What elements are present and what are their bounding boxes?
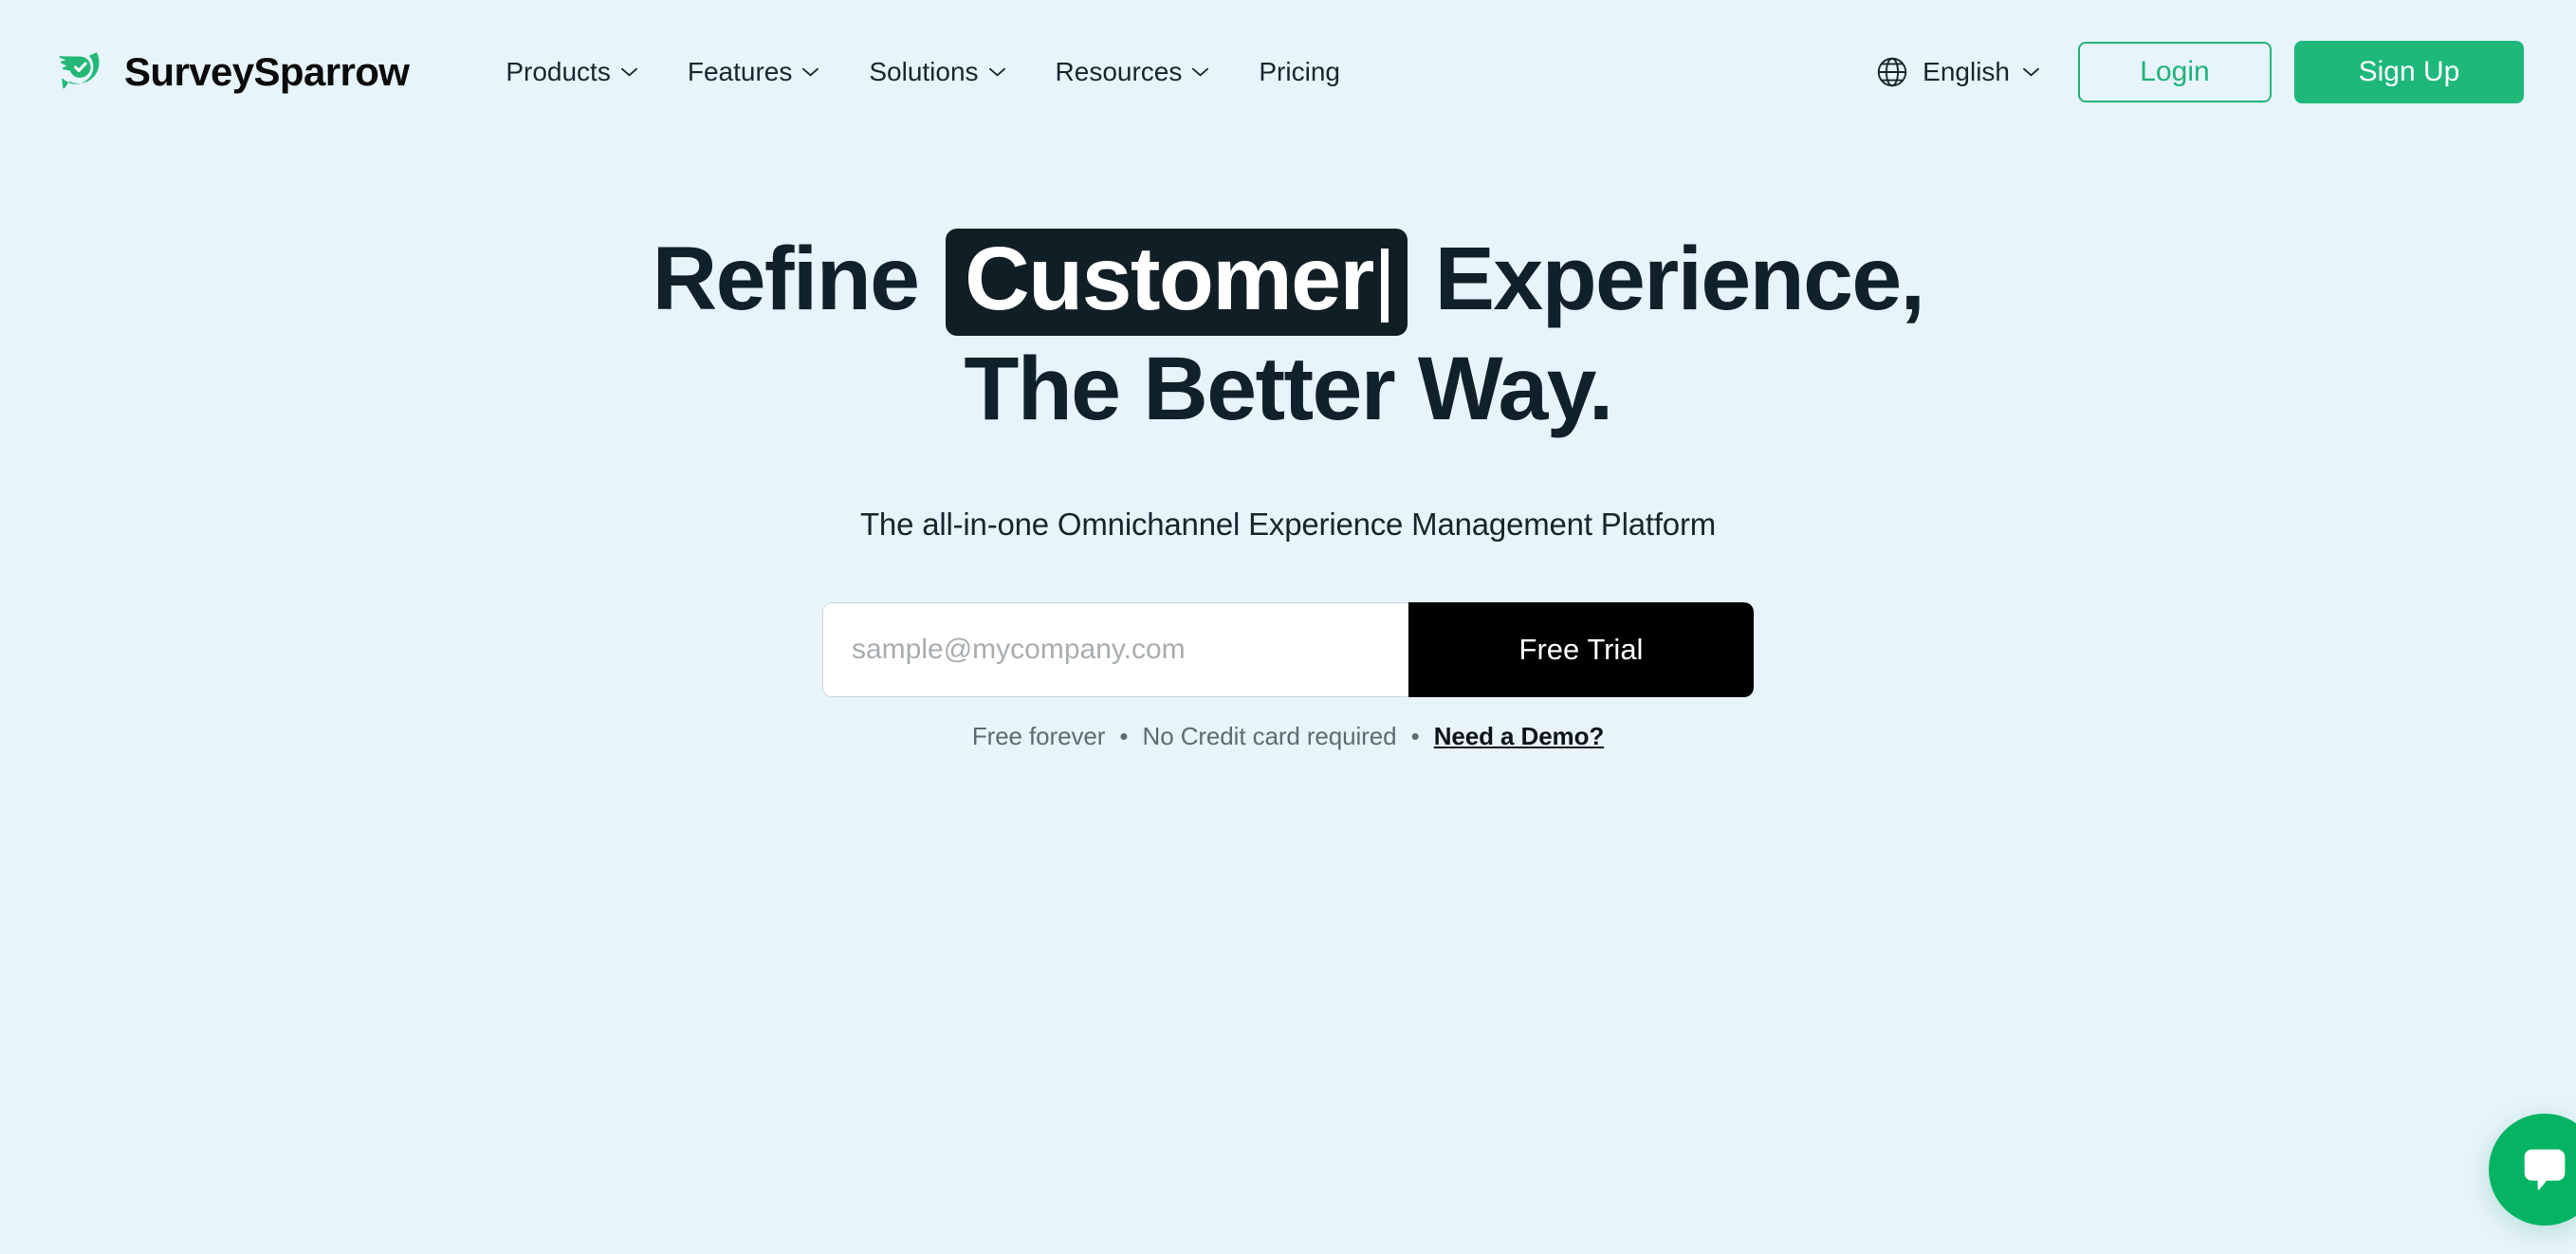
signup-form: Free Trial — [0, 602, 2576, 698]
header-actions: English Login Sign Up — [1865, 41, 2524, 103]
hero-subheadline: The all-in-one Omnichannel Experience Ma… — [859, 507, 1717, 543]
nav-item-pricing[interactable]: Pricing — [1234, 46, 1365, 99]
login-button[interactable]: Login — [2078, 42, 2272, 102]
fineprint-separator-2: • — [1410, 722, 1420, 751]
signup-fineprint: Free forever • No Credit card required •… — [0, 722, 2576, 751]
hero-section: Refine Customer Experience, The Better W… — [0, 144, 2576, 751]
nav-label-products: Products — [506, 57, 611, 86]
nav-label-pricing: Pricing — [1259, 57, 1340, 86]
fineprint-no-credit-card: No Credit card required — [1142, 722, 1397, 751]
chevron-down-icon — [2022, 66, 2040, 78]
brand-name: SurveySparrow — [124, 49, 410, 94]
fineprint-separator-1: • — [1119, 722, 1129, 751]
headline-line-2: The Better Way. — [964, 339, 1613, 439]
chevron-down-icon — [620, 66, 638, 78]
language-label: English — [1923, 57, 2010, 86]
headline-part-2: Experience, — [1434, 229, 1925, 329]
main-navigation: Products Features Solutions Resources Pr — [481, 46, 1365, 99]
page-title: Refine Customer Experience, The Better W… — [0, 226, 2576, 442]
chevron-down-icon — [988, 66, 1006, 78]
language-selector[interactable]: English — [1865, 43, 2050, 101]
chat-widget-button[interactable] — [2489, 1114, 2576, 1226]
nav-label-features: Features — [687, 57, 793, 86]
site-header: SurveySparrow Products Features Solution… — [0, 0, 2576, 144]
brand-logo[interactable]: SurveySparrow — [52, 43, 410, 101]
nav-item-features[interactable]: Features — [663, 46, 845, 99]
highlight-text: Customer — [965, 229, 1374, 329]
globe-icon — [1874, 54, 1910, 90]
need-a-demo-link[interactable]: Need a Demo? — [1434, 722, 1605, 750]
signup-form-group: Free Trial — [822, 602, 1754, 698]
headline-highlight-word: Customer — [946, 229, 1408, 336]
email-input[interactable] — [822, 602, 1408, 698]
signup-button[interactable]: Sign Up — [2294, 41, 2524, 103]
chevron-down-icon — [1191, 66, 1209, 78]
nav-item-solutions[interactable]: Solutions — [844, 46, 1030, 99]
nav-label-solutions: Solutions — [869, 57, 979, 86]
chevron-down-icon — [801, 66, 819, 78]
headline-part-1: Refine — [652, 229, 920, 329]
nav-label-resources: Resources — [1055, 57, 1183, 86]
free-trial-button[interactable]: Free Trial — [1408, 602, 1754, 698]
typing-caret — [1380, 249, 1389, 323]
chat-bubble-icon — [2515, 1140, 2574, 1199]
nav-item-products[interactable]: Products — [481, 46, 663, 99]
headline-line-1: Refine Customer Experience, — [0, 226, 2576, 336]
sparrow-check-logo-icon — [52, 43, 111, 101]
nav-item-resources[interactable]: Resources — [1031, 46, 1235, 99]
fineprint-free-forever: Free forever — [971, 722, 1106, 751]
